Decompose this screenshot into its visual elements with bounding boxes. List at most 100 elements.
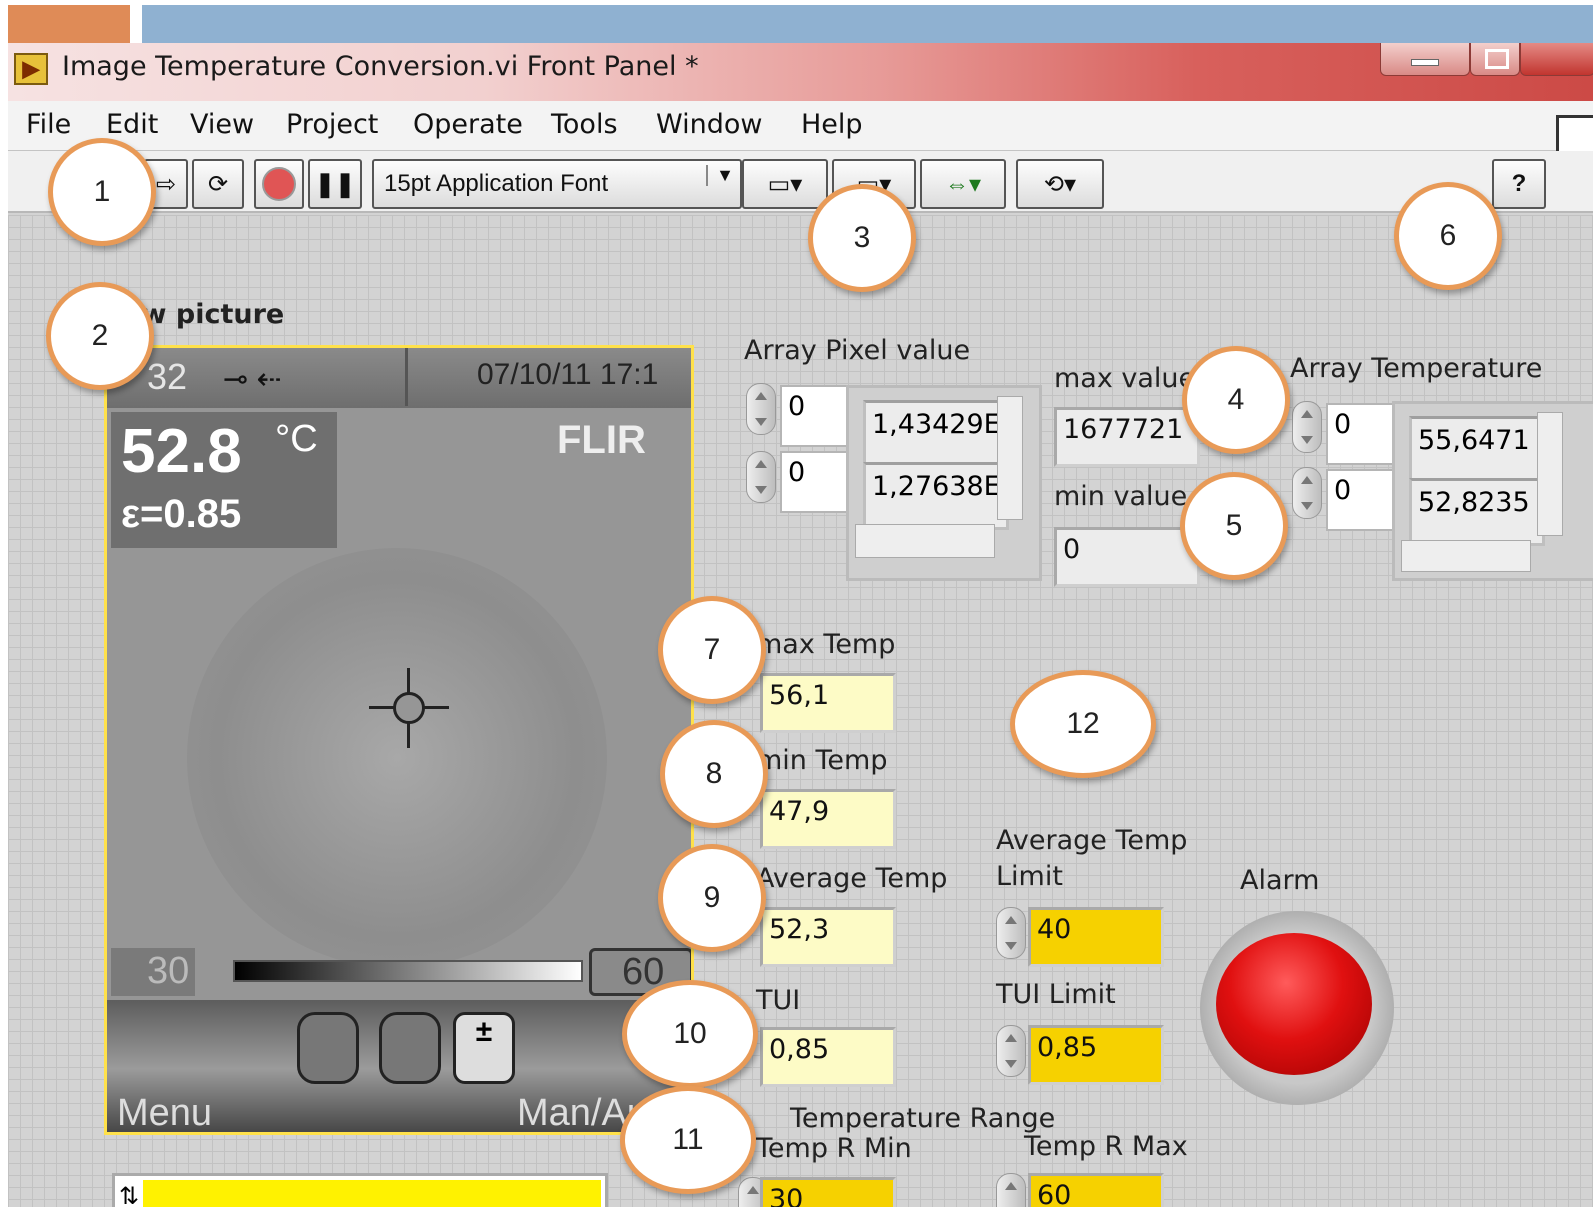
callout-9: 9: [658, 844, 766, 952]
window-title: Image Temperature Conversion.vi Front Pa…: [62, 51, 699, 82]
tui-limit-label: TUI Limit: [996, 979, 1116, 1010]
max-temp-label: max Temp: [756, 629, 896, 660]
min-temp-label: min Temp: [756, 745, 888, 776]
front-panel: new picture 32 ⊸ ⇠ 07/10/11 17:1 52.8 °C…: [8, 215, 1593, 1207]
camera-button-2: [379, 1012, 441, 1084]
labview-window: ▶ Image Temperature Conversion.vi Front …: [8, 43, 1593, 1207]
callout-11: 11: [620, 1086, 756, 1194]
font-dropdown-value: 15pt Application Font: [384, 170, 609, 197]
menu-operate[interactable]: Operate: [413, 109, 523, 140]
align-objects-icon[interactable]: ▭▾: [742, 159, 828, 209]
menu-file[interactable]: File: [26, 109, 71, 140]
decor-bar-blue: [142, 5, 1593, 43]
array-temp-index1-spinner[interactable]: [1292, 401, 1322, 453]
tui-limit-value[interactable]: 0,85: [1028, 1025, 1164, 1085]
range-min-label: Temp R Min: [756, 1133, 912, 1164]
tui-label: TUI: [756, 985, 801, 1016]
camera-bottom-bar: ± Menu Man/Au: [107, 1000, 691, 1134]
array-temp-cell2: 52,8235: [1409, 478, 1545, 546]
font-dropdown[interactable]: 15pt Application Font ▼: [372, 159, 742, 209]
array-pixel-vscrollbar[interactable]: [997, 396, 1023, 520]
scale-min: 30: [147, 950, 190, 992]
path-control[interactable]: ⇅: [112, 1173, 608, 1207]
callout-3: 3: [808, 184, 916, 292]
max-pixel-value: 1677721: [1054, 407, 1200, 467]
flir-logo: FLIR: [557, 418, 646, 462]
array-temp-index1[interactable]: 0: [1326, 403, 1394, 465]
menu-tools[interactable]: Tools: [551, 109, 618, 140]
abort-icon[interactable]: [254, 159, 304, 209]
array-pixel-index2[interactable]: 0: [780, 451, 848, 513]
array-temp-hscrollbar[interactable]: [1401, 540, 1531, 572]
close-button[interactable]: [1520, 43, 1593, 76]
maximize-button[interactable]: [1470, 43, 1520, 76]
menu-help[interactable]: Help: [801, 109, 863, 140]
array-pixel-index1[interactable]: 0: [780, 385, 848, 447]
avg-temp-value: 52,3: [760, 907, 896, 967]
reorder-icon[interactable]: ⟲▾: [1016, 159, 1104, 209]
thermal-picture: 32 ⊸ ⇠ 07/10/11 17:1 52.8 °C ε=0.85 FLIR…: [104, 345, 694, 1135]
pause-icon[interactable]: ❚❚: [308, 159, 362, 209]
callout-2: 2: [46, 282, 154, 390]
camera-number: 32: [147, 356, 188, 397]
max-temp-value: 56,1: [760, 673, 896, 733]
avg-limit-value[interactable]: 40: [1028, 907, 1164, 967]
minimize-button[interactable]: [1380, 43, 1470, 76]
array-temp-index2[interactable]: 0: [1326, 469, 1394, 531]
camera-menu-label: Menu: [117, 1092, 213, 1134]
alarm-label: Alarm: [1240, 865, 1320, 896]
array-pixel-index1-spinner[interactable]: [746, 383, 776, 435]
menu-view[interactable]: View: [190, 109, 254, 140]
range-max-value[interactable]: 60: [1028, 1173, 1164, 1207]
avg-temp-label: Average Temp: [756, 863, 948, 894]
scale-min-box: 30: [111, 948, 195, 996]
array-temp-label: Array Temperature: [1290, 353, 1543, 384]
range-min-value[interactable]: 30: [760, 1177, 896, 1207]
path-field[interactable]: [143, 1180, 601, 1207]
array-temp-cell1: 55,6471: [1409, 416, 1545, 484]
menu-project[interactable]: Project: [286, 109, 378, 140]
chevron-down-icon: ▼: [706, 165, 734, 186]
alarm-led: [1216, 933, 1372, 1075]
crosshair-icon: [369, 668, 449, 748]
tui-limit-spinner[interactable]: [996, 1025, 1026, 1077]
camera-status-bar: 32 ⊸ ⇠ 07/10/11 17:1: [107, 348, 691, 408]
avg-limit-label1: Average Temp: [996, 825, 1188, 856]
menu-edit[interactable]: Edit: [106, 109, 158, 140]
resize-objects-icon[interactable]: ⇔▾: [920, 159, 1006, 209]
callout-8: 8: [660, 720, 768, 828]
array-pixel-frame: 1,43429E 1,27638E: [846, 385, 1042, 581]
context-help-icon[interactable]: ?: [1492, 159, 1546, 209]
range-max-spinner[interactable]: [996, 1173, 1026, 1207]
avg-limit-label2: Limit: [996, 861, 1063, 892]
array-pixel-hscrollbar[interactable]: [855, 524, 995, 558]
avg-limit-spinner[interactable]: [996, 907, 1026, 959]
emissivity: ε=0.85: [121, 492, 242, 536]
spot-temperature: 52.8: [121, 417, 242, 486]
array-pixel-cell2: 1,27638E: [863, 462, 1009, 530]
temperature-unit: °C: [275, 418, 318, 460]
vi-icon: ▶: [14, 53, 48, 85]
decor-bar-orange: [8, 5, 130, 43]
array-pixel-index2-spinner[interactable]: [746, 451, 776, 503]
array-temp-frame: 55,6471 52,8235: [1392, 401, 1593, 581]
alarm-led-bezel: [1200, 911, 1394, 1105]
temperature-box: 52.8 °C ε=0.85: [111, 412, 337, 548]
battery-icon: ±: [453, 1012, 515, 1084]
camera-datetime: 07/10/11 17:1: [477, 358, 659, 391]
menu-window[interactable]: Window: [656, 109, 762, 140]
menu-bar: File Edit View Project Operate Tools Win…: [8, 101, 1593, 195]
array-temp-vscrollbar[interactable]: [1537, 412, 1563, 536]
run-continuously-icon[interactable]: ⟳: [192, 159, 244, 209]
array-pixel-cell1: 1,43429E: [863, 400, 1009, 468]
toolbar: ⇨ ⟳ ❚❚ 15pt Application Font ▼ ▭▾ ▭▾ ⇔▾ …: [8, 151, 1593, 213]
callout-12: 12: [1010, 670, 1156, 778]
thermal-blob: [187, 548, 607, 968]
min-temp-value: 47,9: [760, 789, 896, 849]
status-divider: [405, 348, 408, 406]
array-temp-index2-spinner[interactable]: [1292, 467, 1322, 519]
callout-4: 4: [1182, 346, 1290, 454]
range-max-label: Temp R Max: [1024, 1131, 1188, 1162]
camera-button-1: [297, 1012, 359, 1084]
min-pixel-value: 0: [1054, 527, 1200, 587]
